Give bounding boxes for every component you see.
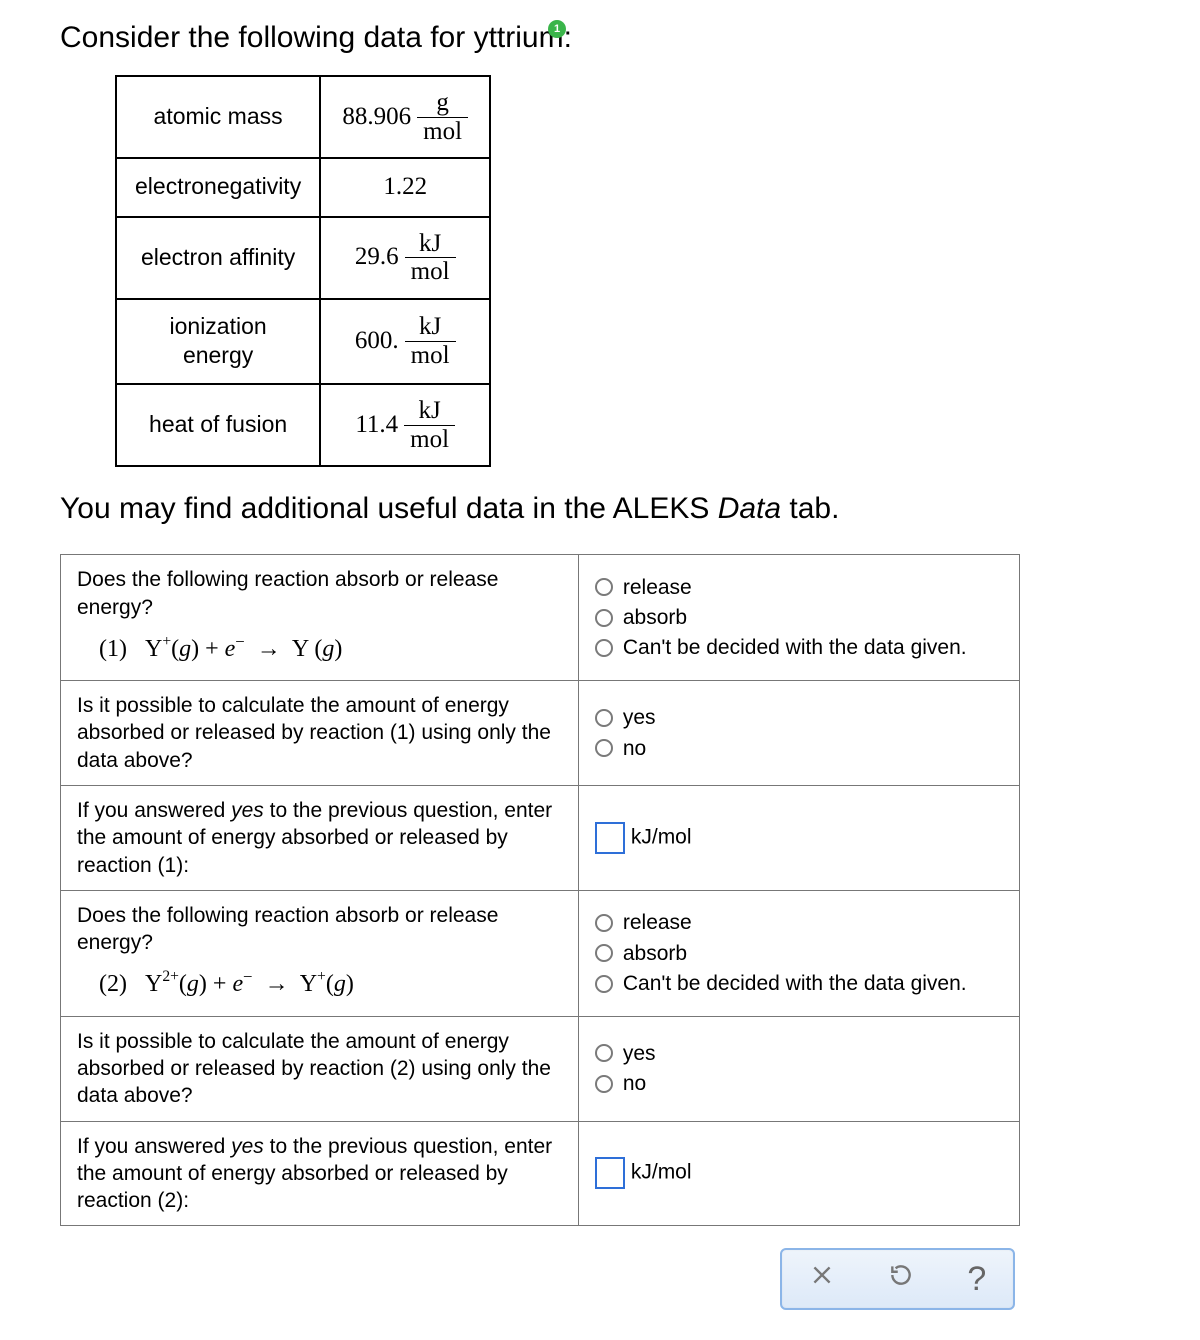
radio-option[interactable] [595,578,613,596]
energy-input-2[interactable] [595,1157,625,1189]
radio-option[interactable] [595,709,613,727]
properties-table: atomic mass 88.906gmol electronegativity… [115,75,491,467]
page-title: Consider the following data for yttrium: [60,18,1170,57]
table-row: heat of fusion 11.4kJmol [116,384,490,466]
clear-button[interactable] [809,1261,835,1297]
reset-button[interactable] [888,1261,914,1297]
q3-prompt-cell: If you answered yes to the previous ques… [61,785,579,890]
reaction-2-equation: (2) Y2+(g) + e− → Y+(g) [77,956,562,1004]
q5-prompt-cell: Is it possible to calculate the amount o… [61,1016,579,1121]
radio-option[interactable] [595,609,613,627]
option-label: release [623,909,692,936]
option-label: release [623,574,692,601]
radio-option[interactable] [595,639,613,657]
option-label: no [623,1070,646,1097]
q2-prompt-cell: Is it possible to calculate the amount o… [61,681,579,786]
radio-option[interactable] [595,975,613,993]
x-icon [809,1262,835,1288]
radio-option[interactable] [595,914,613,932]
action-bar: ? [780,1248,1015,1310]
q5-options-cell: yes no [578,1016,1019,1121]
radio-option[interactable] [595,739,613,757]
help-button[interactable]: ? [967,1257,986,1301]
q1-options-cell: release absorb Can't be decided with the… [578,555,1019,681]
unit-label: kJ/mol [631,825,692,848]
option-label: yes [623,1040,656,1067]
option-label: yes [623,704,656,731]
prop-value: 1.22 [320,158,490,217]
q3-answer-cell: kJ/mol [578,785,1019,890]
option-label: no [623,735,646,762]
undo-icon [888,1262,914,1288]
q1-prompt-cell: Does the following reaction absorb or re… [61,555,579,681]
prop-value: 88.906gmol [320,76,490,158]
unit-label: kJ/mol [631,1161,692,1184]
option-label: Can't be decided with the data given. [623,970,967,997]
energy-input-1[interactable] [595,822,625,854]
prop-value: 11.4kJmol [320,384,490,466]
radio-option[interactable] [595,944,613,962]
prop-value: 600.kJmol [320,299,490,385]
reaction-1-equation: (1) Y+(g) + e− → Y (g) [77,621,562,669]
q6-answer-cell: kJ/mol [578,1121,1019,1226]
q6-prompt-cell: If you answered yes to the previous ques… [61,1121,579,1226]
table-row: atomic mass 88.906gmol [116,76,490,158]
q2-options-cell: yes no [578,681,1019,786]
table-row: electron affinity 29.6kJmol [116,217,490,299]
additional-data-note: You may find additional useful data in t… [60,489,1170,528]
table-row: ionization energy 600.kJmol [116,299,490,385]
table-row: electronegativity 1.22 [116,158,490,217]
radio-option[interactable] [595,1075,613,1093]
hint-badge[interactable]: 1 [548,20,566,38]
prop-value: 29.6kJmol [320,217,490,299]
prop-label: atomic mass [116,76,320,158]
q4-options-cell: release absorb Can't be decided with the… [578,890,1019,1016]
prop-label: electronegativity [116,158,320,217]
option-label: absorb [623,940,687,967]
radio-option[interactable] [595,1044,613,1062]
prop-label: electron affinity [116,217,320,299]
q4-prompt-cell: Does the following reaction absorb or re… [61,890,579,1016]
question-table: Does the following reaction absorb or re… [60,554,1020,1226]
prop-label: heat of fusion [116,384,320,466]
option-label: absorb [623,604,687,631]
prop-label: ionization energy [116,299,320,385]
option-label: Can't be decided with the data given. [623,634,967,661]
